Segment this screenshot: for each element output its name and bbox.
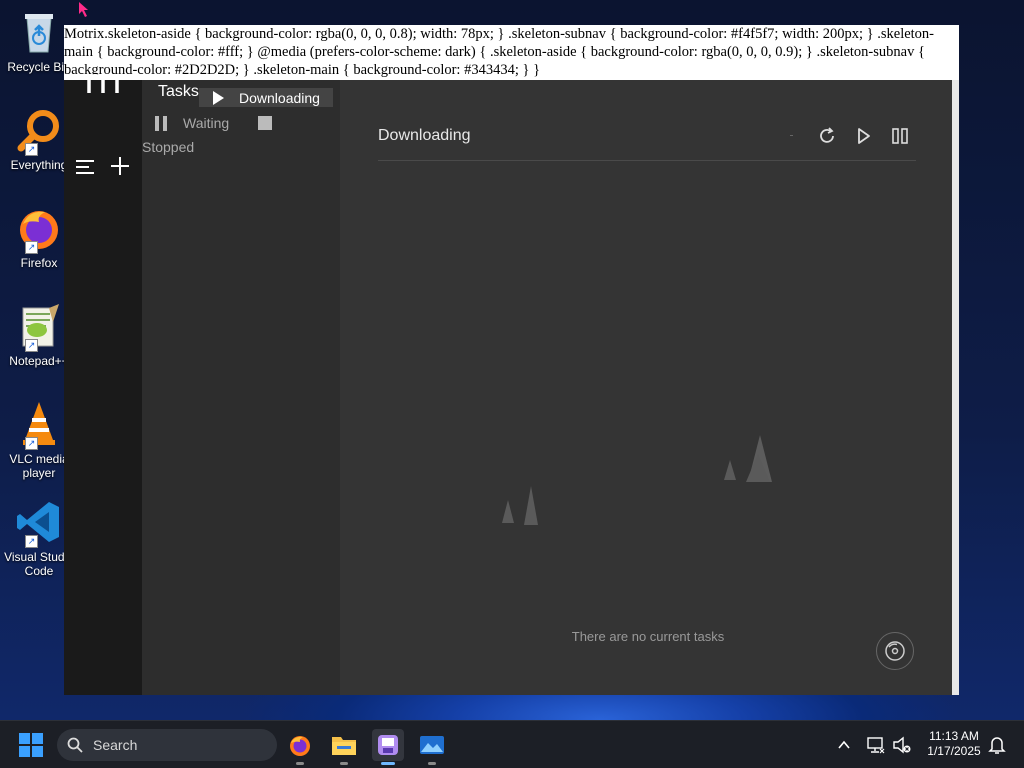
- shortcut-arrow-icon: ↗: [25, 437, 38, 450]
- empty-state-message: There are no current tasks: [571, 629, 725, 644]
- play-icon: [213, 90, 224, 105]
- speed-limit-button[interactable]: [876, 632, 914, 670]
- refresh-icon[interactable]: [818, 127, 836, 145]
- windows-start-icon[interactable]: [19, 733, 43, 757]
- main-title: Downloading: [378, 127, 471, 144]
- subnav-title: Tasks: [158, 83, 199, 100]
- everything-search-icon: ↗: [15, 106, 63, 156]
- motrix-icon: [378, 735, 398, 755]
- taskbar-file-explorer[interactable]: [328, 729, 360, 765]
- motrix-logo-icon: [87, 74, 119, 93]
- add-task-icon[interactable]: [110, 156, 130, 176]
- app-main: [340, 80, 952, 695]
- main-divider: [378, 160, 916, 161]
- firefox-icon: [290, 736, 310, 756]
- running-indicator: [296, 762, 304, 765]
- chevron-up-icon[interactable]: [836, 737, 852, 753]
- motrix-window: Motrix.skeleton-aside { background-color…: [64, 25, 959, 695]
- shortcut-arrow-icon: ↗: [25, 241, 38, 254]
- taskbar-photos[interactable]: [416, 729, 448, 765]
- taskbar-motrix[interactable]: [372, 729, 404, 765]
- desktop-icon-label: Everything: [10, 158, 68, 172]
- search-icon: [67, 737, 83, 753]
- desktop-icon-label: Notepad++: [9, 354, 69, 368]
- running-indicator: [340, 762, 348, 765]
- network-icon[interactable]: [866, 735, 886, 755]
- shortcut-arrow-icon: ↗: [25, 535, 38, 548]
- taskbar-search[interactable]: Search: [57, 729, 277, 761]
- tab-label: Downloading: [239, 89, 320, 106]
- file-explorer-icon: [332, 737, 356, 755]
- system-clock[interactable]: 11:13 AM 1/17/2025: [920, 729, 988, 759]
- taskbar-firefox[interactable]: [284, 729, 316, 765]
- firefox-icon: ↗: [15, 204, 63, 254]
- pause-all-icon[interactable]: [891, 127, 909, 145]
- search-placeholder: Search: [93, 737, 138, 753]
- desktop-icon-label: Firefox: [20, 256, 58, 270]
- window-edge: [952, 80, 959, 695]
- recycle-bin-icon: [15, 8, 63, 56]
- app-subnav: [142, 80, 340, 695]
- shortcut-arrow-icon: ↗: [25, 339, 38, 352]
- tab-stopped[interactable]: Stopped: [142, 139, 194, 155]
- vlc-icon: ↗: [15, 400, 63, 450]
- pause-icon: [155, 115, 167, 131]
- taskbar: Search 11:13 AM 1/17/2025: [0, 720, 1024, 768]
- shortcut-arrow-icon: ↗: [25, 143, 38, 156]
- empty-state-trees-icon: [502, 435, 772, 525]
- mouse-cursor-icon: [79, 2, 88, 17]
- speedometer-icon: [885, 641, 905, 661]
- photos-icon: [420, 736, 444, 754]
- clock-date: 1/17/2025: [927, 744, 981, 758]
- tab-downloading[interactable]: Downloading: [199, 88, 333, 107]
- clock-time: 11:13 AM: [929, 729, 979, 743]
- vscode-icon: ↗: [15, 498, 63, 548]
- resume-all-icon[interactable]: [856, 127, 872, 145]
- active-indicator: [381, 762, 395, 765]
- notepad-plus-plus-icon: ↗: [15, 302, 63, 352]
- tab-label: Waiting: [183, 115, 230, 131]
- separator: [790, 135, 793, 136]
- notification-bell-icon[interactable]: [988, 735, 1006, 755]
- skeleton-css-text: Motrix.skeleton-aside { background-color…: [64, 25, 959, 80]
- stop-icon: [258, 116, 272, 130]
- tab-waiting[interactable]: Waiting: [154, 113, 229, 133]
- menu-icon[interactable]: [75, 159, 95, 175]
- volume-muted-icon[interactable]: [892, 735, 912, 755]
- running-indicator: [428, 762, 436, 765]
- desktop-icon-label: Recycle Bin: [7, 60, 71, 74]
